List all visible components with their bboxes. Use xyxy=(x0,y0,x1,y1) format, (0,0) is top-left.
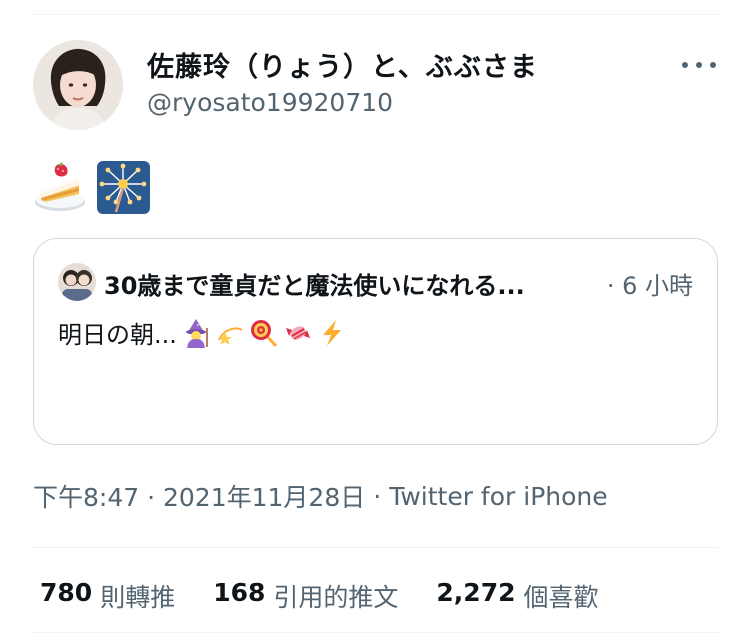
quoted-author-avatar[interactable] xyxy=(58,263,96,301)
tweet-meta: 下午8:47 · 2021年11月28日 · Twitter for iPhon… xyxy=(33,478,608,514)
meta-separator: · xyxy=(373,481,382,511)
likes-stat[interactable]: 2,272 個喜歡 xyxy=(436,578,598,614)
quoted-author-name[interactable]: 30歳まで童貞だと魔法使いになれる... xyxy=(104,266,525,301)
quoted-tweet-text: 明日の朝... xyxy=(58,315,347,350)
more-dot xyxy=(682,62,688,68)
mage-emoji xyxy=(185,318,208,348)
dizzy-emoji xyxy=(217,326,243,345)
lollipop-emoji xyxy=(250,319,277,347)
quoted-timestamp[interactable]: · 6 小時 xyxy=(607,266,693,301)
retweets-label: 則轉推 xyxy=(100,583,176,612)
more-dot xyxy=(710,62,716,68)
stats-divider xyxy=(33,547,718,548)
retweets-stat[interactable]: 780 則轉推 xyxy=(40,578,175,614)
quote-tweets-stat[interactable]: 168 引用的推文 xyxy=(213,578,398,614)
author-handle[interactable]: @ryosato19920710 xyxy=(147,88,393,117)
bottom-divider xyxy=(33,632,718,633)
tweet-body xyxy=(33,160,151,215)
high-voltage-emoji xyxy=(322,319,341,346)
quote-tweets-label: 引用的推文 xyxy=(273,583,399,612)
sparkler-emoji xyxy=(97,161,150,214)
top-divider xyxy=(33,14,718,15)
quoted-text: 明日の朝... xyxy=(58,321,177,349)
quoted-tweet-card[interactable]: 30歳まで童貞だと魔法使いになれる... · 6 小時 明日の朝... xyxy=(33,238,718,445)
candy-emoji xyxy=(285,325,310,340)
author-display-name[interactable]: 佐藤玲（りょう）と、ぶぶさま xyxy=(147,45,538,84)
tweet-source[interactable]: Twitter for iPhone xyxy=(389,482,607,511)
author-avatar[interactable] xyxy=(33,40,123,130)
quote-tweets-count: 168 xyxy=(213,578,266,607)
retweets-count: 780 xyxy=(40,578,93,607)
likes-label: 個喜歡 xyxy=(523,583,599,612)
shortcake-emoji xyxy=(35,162,85,211)
more-dot xyxy=(696,62,702,68)
more-options-icon[interactable] xyxy=(682,55,716,75)
tweet-timestamp[interactable]: 下午8:47 · 2021年11月28日 xyxy=(33,478,365,514)
likes-count: 2,272 xyxy=(436,578,516,607)
tweet-stats: 780 則轉推 168 引用的推文 2,272 個喜歡 xyxy=(40,578,599,614)
